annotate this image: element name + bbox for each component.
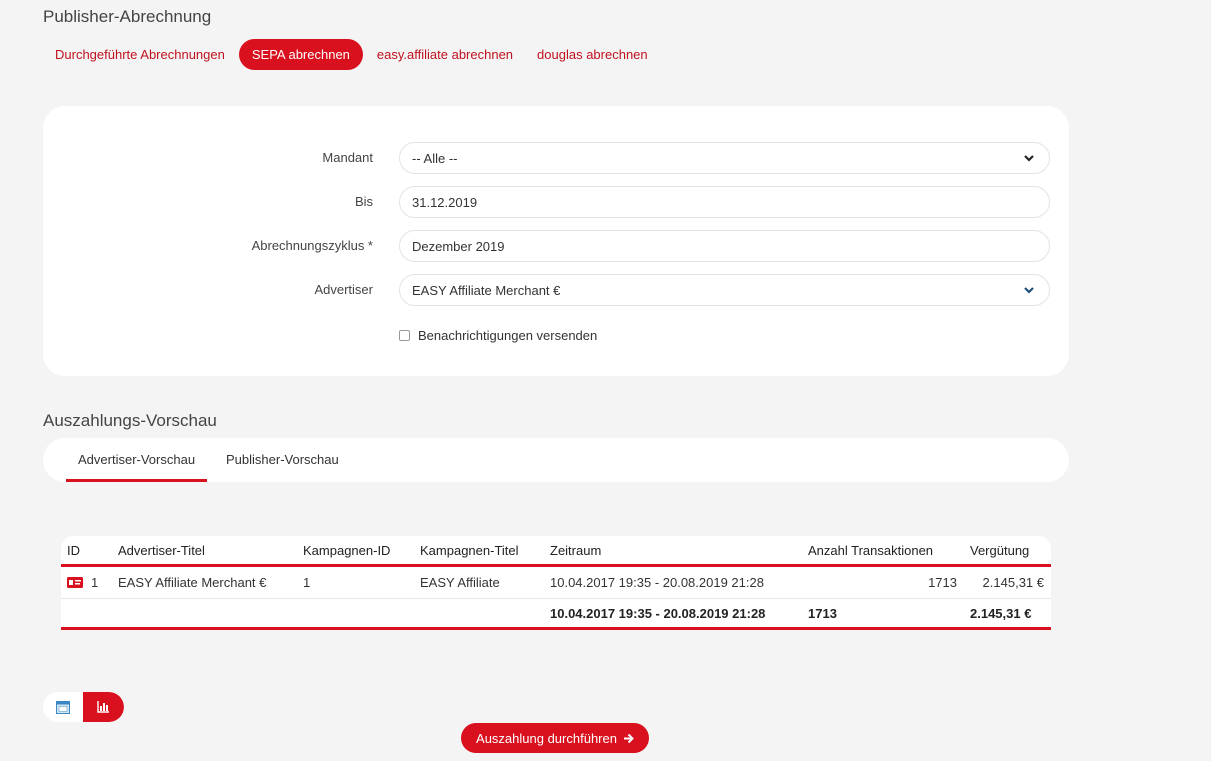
row-id-cell: 1 [67,567,98,598]
col-id[interactable]: ID [67,536,80,564]
preview-tabs: Advertiser-Vorschau Publisher-Vorschau [43,438,1069,482]
subnav: Durchgeführte Abrechnungen SEPA abrechne… [45,39,658,70]
zyklus-value: Dezember 2019 [412,238,505,254]
notify-checkbox[interactable] [399,330,410,341]
row-verguetung: 2.145,31 € [982,575,1044,590]
advertiser-row: Advertiser EASY Affiliate Merchant € [43,274,1069,306]
sum-zeitraum: 10.04.2017 19:35 - 20.08.2019 21:28 [550,605,766,621]
col-zeitraum[interactable]: Zeitraum [550,536,601,564]
notify-row: Benachrichtigungen versenden [399,328,597,343]
advertiser-select[interactable]: EASY Affiliate Merchant € [399,274,1050,306]
subnav-douglas[interactable]: douglas abrechnen [527,39,658,70]
row-transaktionen: 1713 [928,575,957,590]
row-advertiser: EASY Affiliate Merchant € [118,575,267,590]
mandant-label: Mandant [322,150,373,165]
row-kampagnen-id: 1 [303,575,311,590]
notify-label[interactable]: Benachrichtigungen versenden [418,328,597,343]
preview-table: ID Advertiser-Titel Kampagnen-ID Kampagn… [61,536,1051,630]
table-summary-row: 10.04.2017 19:35 - 20.08.2019 21:28 1713… [61,599,1051,630]
table-header: ID Advertiser-Titel Kampagnen-ID Kampagn… [61,536,1051,567]
auszahlung-label: Auszahlung durchführen [476,730,617,746]
arrow-right-icon [623,733,634,743]
page-title: Publisher-Abrechnung [43,7,212,26]
table-view-icon [56,700,70,714]
tab-advertiser-vorschau[interactable]: Advertiser-Vorschau [66,438,208,482]
bis-input[interactable]: 31.12.2019 [399,186,1050,218]
row-zeitraum: 10.04.2017 19:35 - 20.08.2019 21:28 [550,575,764,590]
zyklus-row: Abrechnungszyklus * Dezember 2019 [43,230,1069,262]
zyklus-input[interactable]: Dezember 2019 [399,230,1050,262]
table-row: 1 EASY Affiliate Merchant € 1 EASY Affil… [61,567,1051,599]
col-verguetung[interactable]: Vergütung [970,536,1029,564]
col-kampagnen-id[interactable]: Kampagnen-ID [303,536,390,564]
col-advertiser-titel[interactable]: Advertiser-Titel [118,536,205,564]
mandant-select[interactable]: -- Alle -- [399,142,1050,174]
bar-chart-icon [97,701,109,713]
bis-value: 31.12.2019 [412,194,478,210]
auszahlung-button[interactable]: Auszahlung durchführen [461,723,649,753]
row-id: 1 [91,575,99,590]
subnav-durchgefuehrte[interactable]: Durchgeführte Abrechnungen [45,39,235,70]
advertiser-value: EASY Affiliate Merchant € [412,282,561,298]
chevron-down-icon [1024,287,1034,294]
row-kampagnen-titel: EASY Affiliate [420,575,500,590]
mandant-row: Mandant -- Alle -- [43,142,1069,174]
bis-label: Bis [354,194,373,209]
preview-title: Auszahlungs-Vorschau [43,411,217,430]
settlement-form: Mandant -- Alle -- Bis 31.12.2019 Abrech… [43,106,1069,376]
tab-publisher-vorschau[interactable]: Publisher-Vorschau [226,438,339,482]
bis-row: Bis 31.12.2019 [43,186,1069,218]
col-kampagnen-titel[interactable]: Kampagnen-Titel [420,536,519,564]
advertiser-label: Advertiser [314,282,373,297]
subnav-easy-affiliate[interactable]: easy.affiliate abrechnen [367,39,523,70]
chevron-down-icon [1024,155,1034,162]
col-anzahl-transaktionen[interactable]: Anzahl Transaktionen [808,536,933,564]
mandant-value: -- Alle -- [412,150,458,166]
sum-verguetung: 2.145,31 € [970,605,1032,621]
sum-transaktionen: 1713 [808,605,837,621]
table-view-button[interactable] [43,692,83,722]
view-toggle [43,692,124,722]
chart-view-button[interactable] [83,692,124,722]
id-card-icon[interactable] [67,577,83,588]
zyklus-label: Abrechnungszyklus * [251,238,373,253]
subnav-sepa[interactable]: SEPA abrechnen [238,39,363,70]
